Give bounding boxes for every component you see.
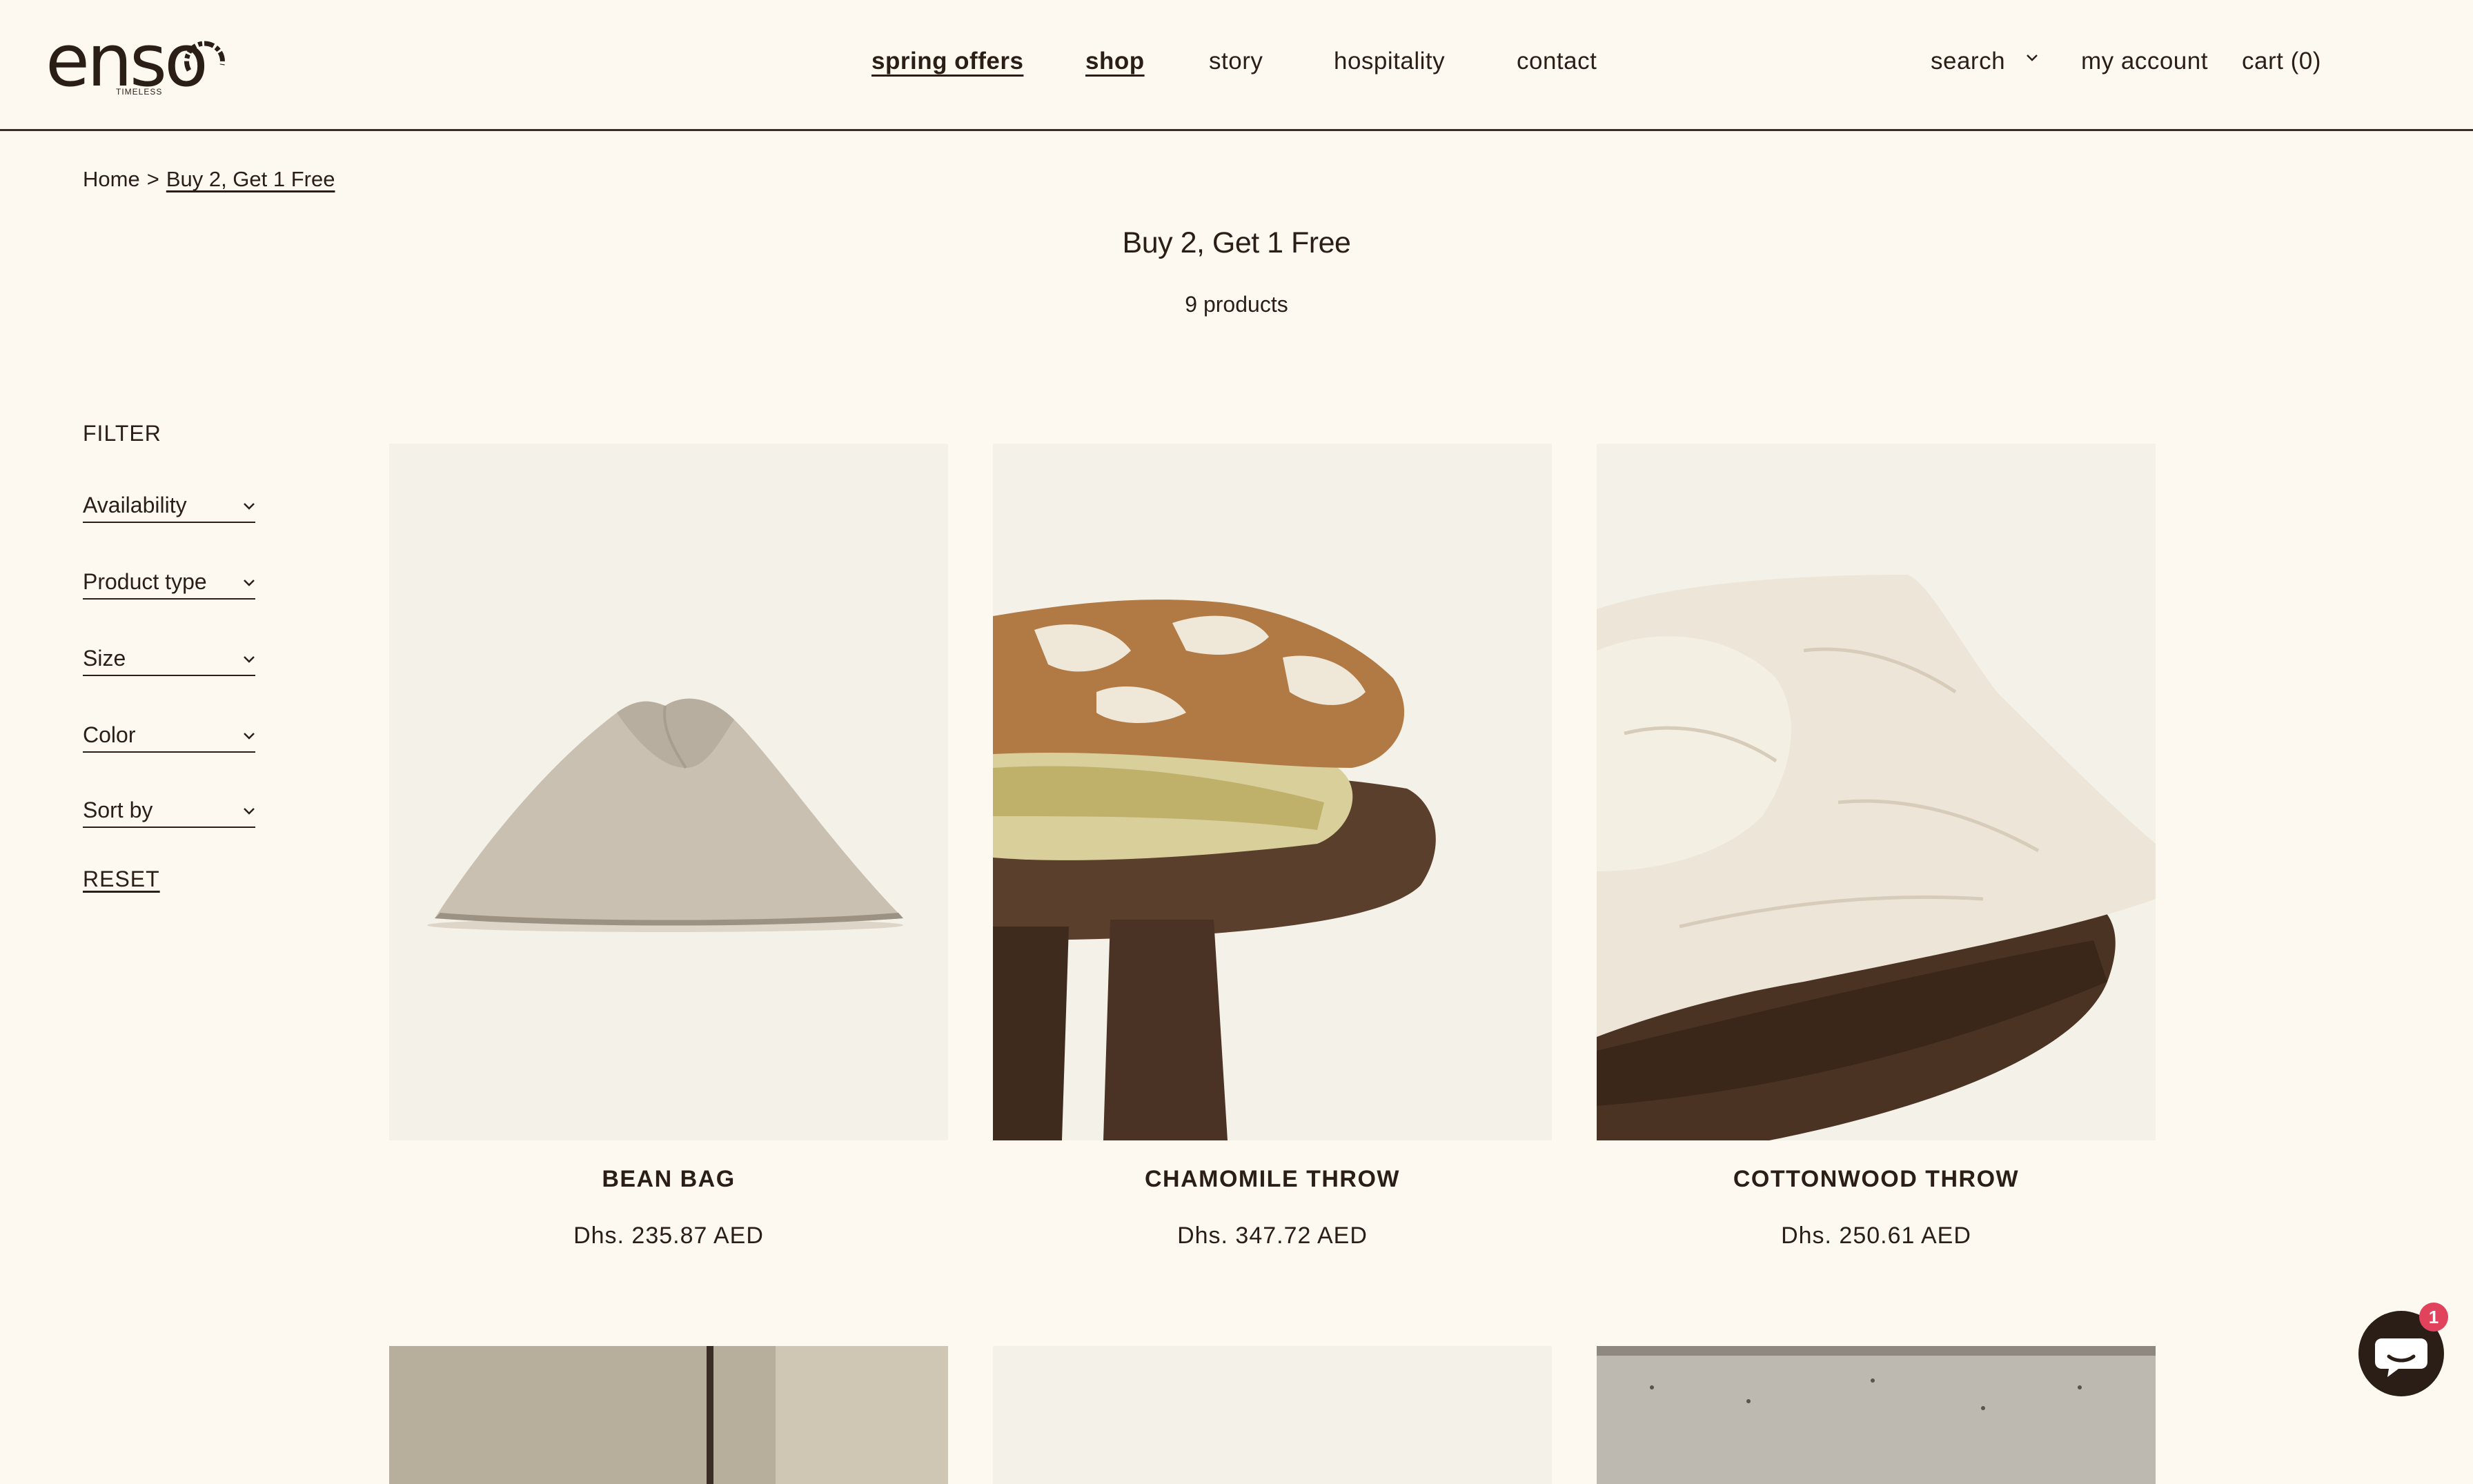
product-count: 9 products — [1185, 292, 1288, 317]
chevron-down-icon — [244, 808, 255, 815]
logo-circle-icon — [184, 41, 225, 72]
nav-shop[interactable]: shop — [1085, 46, 1145, 77]
filter-product-type[interactable]: Product type — [83, 564, 255, 600]
nav-story[interactable]: story — [1209, 46, 1263, 77]
product-price: Dhs. 250.61 AED — [1781, 1223, 1971, 1249]
product-name[interactable]: BEAN BAG — [389, 1164, 948, 1194]
breadcrumb: Home > Buy 2, Get 1 Free — [83, 166, 335, 193]
enso-logo[interactable]: enso TIMELESS — [46, 25, 232, 101]
filter-label: Product type — [83, 569, 207, 594]
product-image-bean-bag[interactable] — [389, 444, 948, 1140]
logo-tagline: TIMELESS — [116, 87, 163, 97]
cart-link[interactable]: cart (0) — [2242, 46, 2321, 77]
filter-label: Availability — [83, 493, 187, 517]
sort-by-select[interactable]: Sort by — [83, 792, 255, 828]
product-name[interactable]: COTTONWOOD THROW — [1597, 1164, 2156, 1194]
chevron-down-icon — [244, 656, 255, 663]
breadcrumb-separator: > — [146, 167, 159, 191]
product-image-chamomile-throw[interactable] — [993, 444, 1552, 1140]
search-toggle[interactable]: search — [1931, 46, 2005, 77]
chevron-down-icon — [244, 733, 255, 740]
nav-spring-offers[interactable]: spring offers — [871, 46, 1023, 77]
chevron-down-icon — [244, 503, 255, 510]
product-name[interactable]: CHAMOMILE THROW — [993, 1164, 1552, 1194]
product-image[interactable] — [1597, 1346, 2156, 1484]
product-image[interactable] — [389, 1346, 948, 1484]
page-title: Buy 2, Get 1 Free — [1122, 226, 1351, 259]
chat-notification-badge: 1 — [2419, 1303, 2448, 1332]
product-image-cottonwood-throw[interactable] — [1597, 444, 2156, 1140]
filter-label: Color — [83, 722, 136, 747]
breadcrumb-current[interactable]: Buy 2, Get 1 Free — [166, 167, 335, 191]
filter-availability[interactable]: Availability — [83, 487, 255, 523]
filter-heading: FILTER — [83, 421, 161, 446]
site-header: enso TIMELESS spring offers shop story h… — [0, 0, 2473, 131]
nav-hospitality[interactable]: hospitality — [1334, 46, 1445, 77]
chevron-down-icon[interactable] — [2026, 54, 2038, 62]
product-image[interactable] — [993, 1346, 1552, 1484]
my-account-link[interactable]: my account — [2081, 46, 2208, 77]
chevron-down-icon — [244, 580, 255, 586]
filter-label: Sort by — [83, 798, 153, 822]
product-price: Dhs. 347.72 AED — [1177, 1223, 1368, 1249]
product-price: Dhs. 235.87 AED — [573, 1223, 764, 1249]
reset-filters-button[interactable]: RESET — [83, 865, 160, 893]
filter-label: Size — [83, 646, 126, 671]
nav-contact[interactable]: contact — [1517, 46, 1597, 77]
breadcrumb-home[interactable]: Home — [83, 167, 140, 191]
filter-size[interactable]: Size — [83, 640, 255, 676]
filter-color[interactable]: Color — [83, 717, 255, 753]
